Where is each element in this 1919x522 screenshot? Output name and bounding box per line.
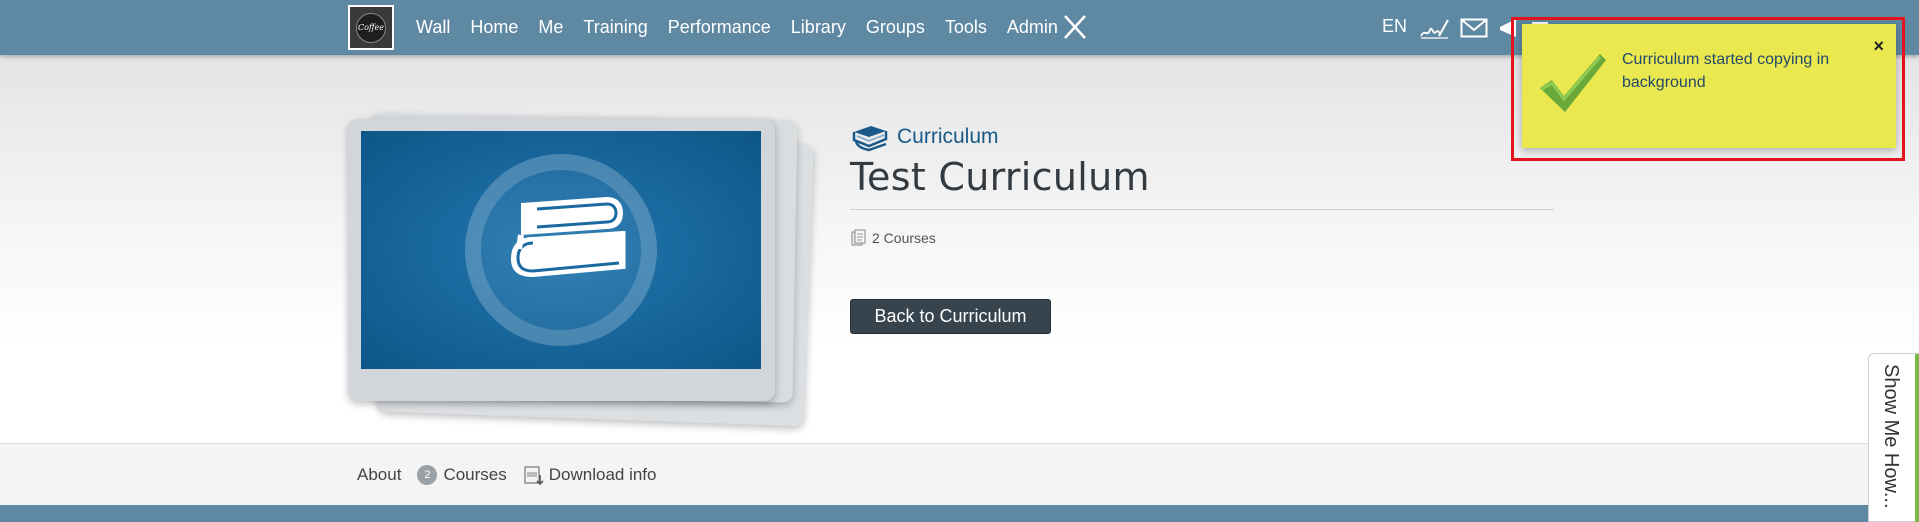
nav-home[interactable]: Home [470, 17, 518, 38]
curriculum-book-icon [852, 126, 888, 152]
tab-about[interactable]: About [357, 465, 401, 485]
books-icon [465, 154, 657, 346]
footer-strip [0, 505, 1919, 522]
tab-courses[interactable]: 2 Courses [417, 465, 507, 485]
tab-download-label: Download info [548, 465, 657, 484]
checkmark-icon [1540, 54, 1606, 112]
language-selector[interactable]: EN [1382, 16, 1407, 37]
toast-message: Curriculum started copying in background [1622, 51, 1830, 91]
toast-close-button[interactable]: × [1873, 36, 1884, 57]
content-type-label[interactable]: Curriculum [897, 125, 999, 149]
nav-tools[interactable]: Tools [945, 17, 987, 38]
show-me-how-accent [1915, 354, 1919, 522]
main-nav: Wall Home Me Training Performance Librar… [416, 0, 1078, 55]
nav-wall[interactable]: Wall [416, 17, 450, 38]
logo[interactable]: Coffee [348, 5, 394, 50]
logo-text: Coffee [356, 12, 386, 43]
signature-icon[interactable] [1420, 16, 1450, 40]
nav-admin[interactable]: Admin [1007, 17, 1058, 38]
nav-performance[interactable]: Performance [668, 17, 771, 38]
section-tab-bar: About 2 Courses Download info [0, 443, 1919, 505]
tab-download-info[interactable]: Download info [523, 464, 657, 486]
title-divider [850, 209, 1554, 210]
close-x-icon[interactable] [1062, 14, 1088, 40]
nav-training[interactable]: Training [583, 17, 647, 38]
curriculum-cover-image [361, 131, 761, 369]
show-me-how-label: Show Me How... [1880, 364, 1902, 509]
mail-icon[interactable] [1460, 17, 1488, 39]
content-type-row: Curriculum [851, 122, 999, 152]
curriculum-cover-stack [348, 95, 814, 427]
nav-me[interactable]: Me [538, 17, 563, 38]
back-to-curriculum-button[interactable]: Back to Curriculum [850, 299, 1051, 334]
tab-courses-label: Courses [443, 465, 507, 484]
nav-library[interactable]: Library [791, 17, 846, 38]
nav-groups[interactable]: Groups [866, 17, 925, 38]
success-toast: Curriculum started copying in background… [1522, 24, 1896, 148]
courses-count: 2 Courses [851, 229, 936, 247]
courses-count-badge: 2 [417, 465, 438, 485]
page-title: Test Curriculum [850, 155, 1150, 199]
show-me-how-tab[interactable]: Show Me How... [1868, 353, 1919, 522]
courses-count-label: 2 Courses [872, 230, 936, 246]
documents-icon [851, 229, 866, 246]
download-icon [524, 466, 544, 486]
